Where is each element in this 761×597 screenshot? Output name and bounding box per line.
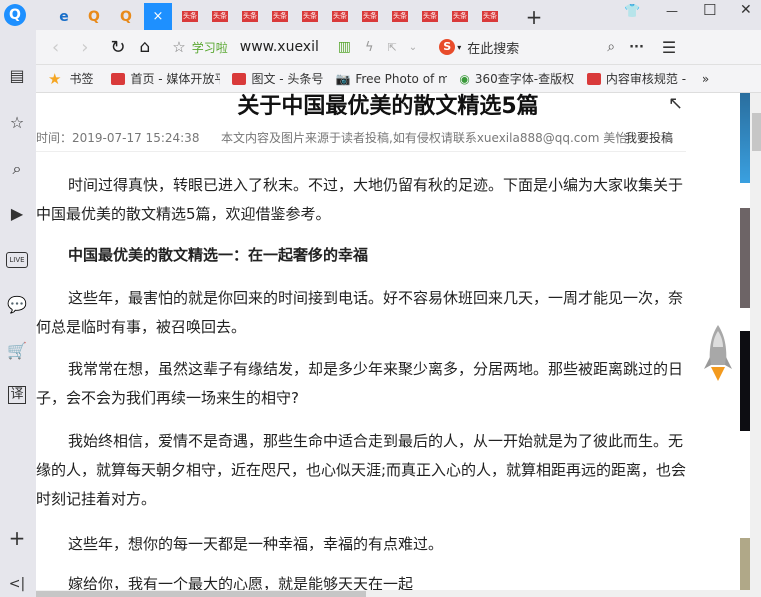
tab-toutiao[interactable]: 头条 [236, 3, 264, 30]
publish-time: 时间：2019-07-17 15:24:38 [36, 131, 200, 145]
favorite-star-icon[interactable]: ☆ [172, 38, 185, 56]
horizontal-scrollbar[interactable] [36, 590, 761, 597]
reader-mode-icon[interactable]: ▥ [338, 39, 351, 55]
tab-q2[interactable]: Q [112, 3, 140, 30]
engine-dropdown-icon[interactable]: ▾ [457, 43, 461, 52]
sidebar: ▤ ☆ ⌕ ▶ LIVE 💬 🛒 译 + <| [0, 30, 36, 597]
paragraph: 时间过得真快，转眼已进入了秋末。不过，大地仍留有秋的足迹。下面是小编为大家收集关… [36, 176, 684, 223]
paragraph: 这些年，最害怕的就是你回来的时间接到电话。好不容易休班回来几天，一周才能见一次，… [36, 289, 684, 336]
address-bar[interactable]: www.xuexil [240, 39, 330, 55]
dropdown-chevron-icon[interactable]: ⌄ [409, 42, 417, 53]
site-name: 学习啦 [191, 40, 228, 55]
toutiao-icon [232, 72, 247, 85]
bookmark-item[interactable]: 📷 Free Photo of m [335, 72, 447, 86]
submit-link[interactable]: 我要投稿 [625, 129, 673, 146]
chat-icon[interactable]: 💬 [6, 294, 28, 316]
forward-button[interactable]: › [81, 37, 88, 58]
bookmark-star-icon: ★ [48, 69, 62, 88]
bookmark-item[interactable]: ◉ 360查字体-查版权 [459, 70, 574, 87]
scrollbar-thumb[interactable] [36, 591, 366, 597]
tab-toutiao[interactable]: 头条 [476, 3, 504, 30]
netease-icon [111, 72, 126, 85]
section-heading: 中国最优美的散文精选一：在一起奢侈的幸福 [68, 246, 369, 264]
new-tab-button[interactable]: + [520, 3, 548, 30]
tab-toutiao[interactable]: 头条 [356, 3, 384, 30]
home-button[interactable]: ⌂ [140, 37, 151, 57]
translate-icon[interactable]: 译 [8, 386, 26, 404]
browser-logo-icon: Q [4, 4, 26, 26]
source-notice: 本文内容及图片来源于读者投稿,如有侵权请联系xuexila888@qq.com … [221, 131, 628, 145]
bookmarks-label[interactable]: 书签 [69, 70, 93, 87]
search-icon[interactable]: ⌕ [6, 158, 28, 180]
live-icon[interactable]: LIVE [6, 252, 28, 268]
collapse-sidebar-icon[interactable]: <| [6, 573, 28, 595]
bookmark-item[interactable]: 首页 - 媒体开放平 [111, 70, 220, 87]
minimize-button[interactable]: — [666, 4, 678, 18]
bookmark-item[interactable]: 图文 - 头条号 [232, 70, 323, 87]
cart-icon[interactable]: 🛒 [6, 340, 28, 362]
mouse-cursor-icon: ↖ [668, 93, 684, 114]
search-input[interactable]: 在此搜索 [467, 38, 519, 57]
page-title: 关于中国最优美的散文精选5篇 [237, 94, 539, 119]
paragraph: 我常常在想，虽然这辈子有缘结发，却是多少年来聚少离多，分居两地。那些被距离跳过的… [36, 360, 684, 407]
tab-toutiao[interactable]: 头条 [326, 3, 354, 30]
scrollbar-thumb[interactable] [752, 113, 761, 151]
search-icon[interactable]: ⌕ [607, 39, 615, 55]
maximize-button[interactable]: ☐ [703, 1, 716, 19]
close-window-button[interactable]: ✕ [740, 2, 752, 18]
bookmark-item[interactable]: 内容审核规范 - [586, 70, 690, 87]
side-ad-strip [740, 93, 750, 590]
vertical-scrollbar[interactable] [750, 93, 761, 590]
toutiao-icon [586, 72, 601, 85]
more-icon[interactable]: ··· [629, 40, 644, 55]
tab-toutiao[interactable]: 头条 [266, 3, 294, 30]
divider [36, 151, 686, 152]
tab-toutiao[interactable]: 头条 [386, 3, 414, 30]
paragraph: 我始终相信，爱情不是奇遇，那些生命中适合走到最后的人，从一开始就是为了彼此而生。… [36, 432, 687, 508]
favorites-star-icon[interactable]: ☆ [6, 112, 28, 134]
paragraph: 嫁给你，我有一个最大的心愿，就是能够天天在一起 [68, 575, 414, 590]
lightning-icon[interactable]: ϟ [365, 40, 374, 55]
tab-toutiao[interactable]: 头条 [416, 3, 444, 30]
article: 关于中国最优美的散文精选5篇 时间：2019-07-17 15:24:38 本文… [36, 93, 740, 590]
reader-list-icon[interactable]: ▤ [6, 65, 28, 87]
back-button[interactable]: ‹ [52, 37, 59, 58]
paragraph: 这些年，想你的每一天都是一种幸福，幸福的有点难过。 [68, 535, 444, 553]
camera-icon: 📷 [335, 71, 351, 86]
tab-toutiao[interactable]: 头条 [176, 3, 204, 30]
tab-toutiao[interactable]: 头条 [296, 3, 324, 30]
toolbar: ‹ › ↻ ⌂ ☆ 学习啦 www.xuexil ▥ ϟ ⇱ ⌄ S ▾ 在此搜… [36, 30, 761, 65]
video-icon[interactable]: ▶ [6, 203, 28, 225]
menu-icon[interactable]: ☰ [662, 38, 676, 57]
tab-toutiao[interactable]: 头条 [446, 3, 474, 30]
tab-close-icon[interactable]: × [153, 9, 164, 24]
tab-ie[interactable]: e [50, 3, 78, 30]
share-icon[interactable]: ⇱ [388, 41, 397, 54]
skin-icon[interactable]: 👕 [624, 4, 640, 19]
bookmarks-bar: ★ 书签 首页 - 媒体开放平 图文 - 头条号 📷 Free Photo of … [36, 65, 761, 93]
back-to-top-rocket-icon[interactable] [704, 325, 732, 387]
reload-button[interactable]: ↻ [110, 37, 125, 58]
sogou-search-engine-icon[interactable]: S [439, 39, 456, 55]
360-icon: ◉ [459, 71, 470, 86]
tab-q1[interactable]: Q [80, 3, 108, 30]
bookmarks-more[interactable]: » [702, 72, 709, 86]
tab-toutiao[interactable]: 头条 [206, 3, 234, 30]
tab-active[interactable]: × [144, 3, 172, 30]
tab-bar: Q e Q Q × 头条 头条 头条 头条 头条 头条 头条 头条 头条 头条 … [0, 0, 761, 30]
add-icon[interactable]: + [6, 527, 28, 549]
